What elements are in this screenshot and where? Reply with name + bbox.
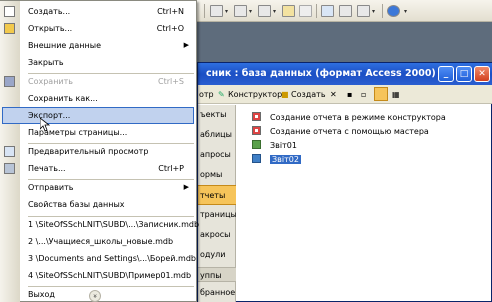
report-list-item[interactable]: Звіт02 <box>252 153 301 166</box>
new-file-icon <box>4 6 15 17</box>
database-toolbar: отр ✎ Конструктор ■ Создать ✕ ▪ ▫ ▦ <box>198 85 492 104</box>
menu-item[interactable]: Печать... Ctrl+P <box>0 159 196 178</box>
object-type-item[interactable]: траницы <box>198 205 236 225</box>
menu-item[interactable]: 4 \SiteOfSSchLNIT\SUBD\Пример01.mdb <box>0 266 196 285</box>
print-preview-icon <box>4 146 15 157</box>
report-list-label: Звіт02 <box>270 155 301 164</box>
code-icon[interactable] <box>321 5 334 17</box>
menu-item-label: Выход <box>28 290 55 299</box>
menu-item-label: Свойства базы данных <box>28 200 125 209</box>
report-list-item[interactable]: Создание отчета в режиме конструктора <box>252 111 446 124</box>
window-title: сник : база данных (формат Access 2000) <box>206 68 436 79</box>
details-view-icon[interactable]: ▦ <box>392 85 400 104</box>
design-icon[interactable]: ✎ <box>218 85 225 104</box>
design-button[interactable]: Конструктор <box>228 85 282 104</box>
office-links-icon[interactable] <box>258 5 271 17</box>
menu-item[interactable]: Параметры страницы... <box>0 123 196 142</box>
open-folder-icon <box>4 23 15 34</box>
minimize-icon[interactable]: _ <box>438 66 454 82</box>
object-type-item[interactable]: одули <box>198 245 236 265</box>
object-type-item[interactable]: ъекты <box>198 105 236 125</box>
file-menu: Создать... Ctrl+N Открыть... Ctrl+O Внешние … <box>0 0 199 302</box>
menu-item-label: Закрыть <box>28 58 64 67</box>
menu-item[interactable]: Закрыть <box>0 53 196 72</box>
maximize-icon[interactable]: □ <box>456 66 472 82</box>
mouse-cursor-icon <box>40 118 50 132</box>
dropdown-arrow-icon[interactable]: ▾ <box>273 8 276 15</box>
toolbar-options-icon[interactable]: ▾ <box>404 8 407 15</box>
undo-icon[interactable] <box>299 5 312 17</box>
report-list-item[interactable]: Звіт01 <box>252 139 297 152</box>
screen: ▾ ▾ ▾ ▾ ▾ сник : база данных (формат Acc… <box>0 0 492 302</box>
relationship-icon[interactable] <box>234 5 247 17</box>
close-icon[interactable]: ✕ <box>474 66 490 82</box>
menu-item-label: 4 \SiteOfSSchLNIT\SUBD\Пример01.mdb <box>28 271 192 280</box>
toolbar-separator <box>204 4 205 18</box>
large-icons-icon[interactable]: ▪ <box>347 85 352 104</box>
menu-item-label: Печать... <box>28 164 66 173</box>
new-object-icon[interactable] <box>357 5 370 17</box>
objects-bar: ъекты аблицы апросы ормы тчеты траницы акросы о… <box>198 105 236 302</box>
database-window-titlebar[interactable]: сник : база данных (формат Access 2000) … <box>198 63 492 85</box>
toolbar-separator <box>316 4 317 18</box>
dropdown-arrow-icon[interactable]: ▾ <box>249 8 252 15</box>
groups-header[interactable]: уппы <box>198 267 236 282</box>
menu-shortcut: Ctrl+P <box>158 164 184 173</box>
report-list-label: Создание отчета в режиме конструктора <box>270 113 446 122</box>
favorites-item[interactable]: бранное <box>198 283 236 302</box>
dropdown-arrow-icon[interactable]: ▾ <box>372 8 375 15</box>
report-icon <box>252 140 261 149</box>
list-view-icon[interactable] <box>374 87 388 101</box>
toolbar-separator <box>382 4 383 18</box>
menu-item[interactable]: Свойства базы данных <box>0 195 196 214</box>
object-type-item[interactable]: аблицы <box>198 125 236 145</box>
delete-icon[interactable]: ✕ <box>330 85 337 104</box>
object-type-item[interactable]: тчеты <box>198 185 236 205</box>
edit-icon[interactable] <box>210 5 223 17</box>
help-icon[interactable] <box>387 5 400 17</box>
create-icon[interactable]: ■ <box>281 85 289 104</box>
dropdown-arrow-icon[interactable]: ▾ <box>225 8 228 15</box>
create-button[interactable]: Создать <box>291 85 326 104</box>
print-icon <box>4 163 15 174</box>
report-list-label: Создание отчета с помощью мастера <box>270 127 429 136</box>
report-list-item[interactable]: Создание отчета с помощью мастера <box>252 125 429 138</box>
object-type-item[interactable]: апросы <box>198 145 236 165</box>
open-button[interactable]: отр <box>199 85 214 104</box>
analyze-icon[interactable] <box>282 5 295 17</box>
save-icon <box>4 76 15 87</box>
double-chevron-down-icon[interactable]: » <box>89 290 101 302</box>
database-window: сник : база данных (формат Access 2000) … <box>197 62 492 302</box>
main-toolbar: ▾ ▾ ▾ ▾ ▾ <box>196 0 492 22</box>
object-type-item[interactable]: ормы <box>198 165 236 185</box>
report-icon <box>252 154 261 163</box>
small-icons-icon[interactable]: ▫ <box>361 85 366 104</box>
report-list-label: Звіт01 <box>270 141 297 150</box>
object-type-item[interactable]: акросы <box>198 225 236 245</box>
properties-icon[interactable] <box>339 5 352 17</box>
report-wizard-icon <box>252 126 261 135</box>
design-wizard-icon <box>252 112 261 121</box>
